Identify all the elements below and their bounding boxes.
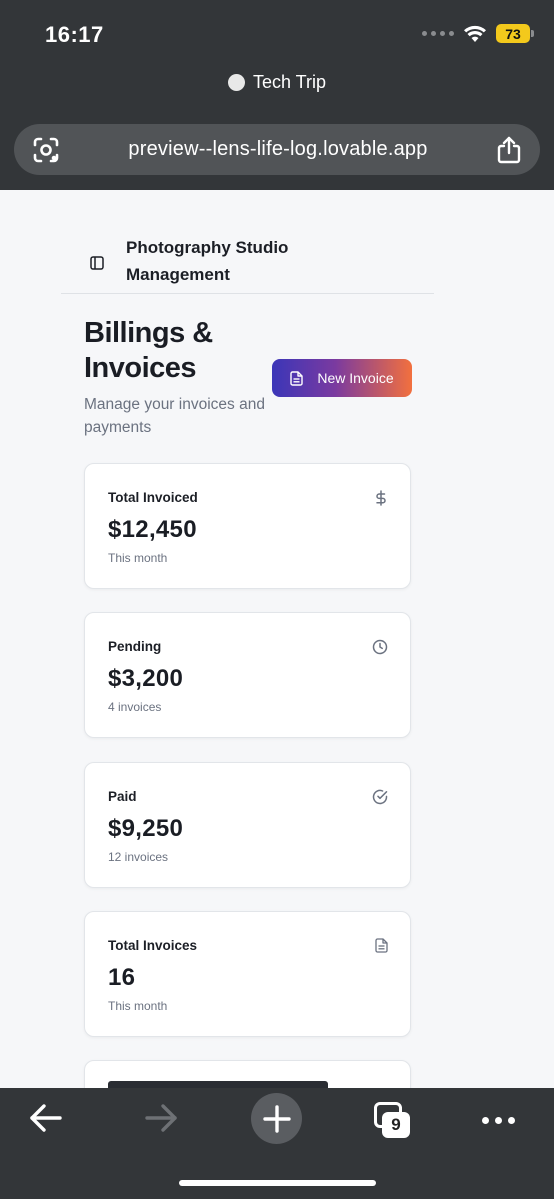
tabs-button[interactable]: 9 — [372, 1100, 414, 1140]
dollar-icon — [376, 490, 386, 506]
tab-title-text: Tech Trip — [252, 72, 327, 92]
favicon-icon — [227, 74, 245, 91]
card-label: Pending — [108, 639, 162, 654]
home-indicator — [179, 1180, 376, 1186]
card-value: 16 — [108, 964, 136, 991]
forward-arrow-icon[interactable] — [143, 1100, 179, 1136]
new-tab-button[interactable] — [251, 1093, 302, 1144]
address-bar[interactable]: preview--lens-life-log.lovable.app — [14, 124, 540, 175]
card-note: 12 invoices — [108, 850, 169, 864]
card-label: Total Invoices — [108, 938, 198, 953]
signal-dots-icon — [422, 31, 454, 36]
stat-card-total-invoiced: Total Invoiced $12,450 This month — [84, 463, 411, 589]
wifi-icon — [464, 25, 486, 42]
stat-card-paid: Paid $9,250 12 invoices — [84, 762, 411, 888]
status-icons: 73 — [422, 24, 534, 43]
stat-card-pending: Pending $3,200 4 invoices — [84, 612, 411, 738]
stat-card-total-invoices: Total Invoices 16 This month — [84, 911, 411, 1037]
back-arrow-icon[interactable] — [28, 1100, 64, 1136]
card-value: $9,250 — [108, 815, 184, 842]
status-time: 16:17 — [45, 22, 104, 47]
document-icon — [375, 938, 388, 953]
new-invoice-label: New Invoice — [317, 370, 394, 386]
battery-icon: 73 — [496, 24, 534, 43]
page-subtitle: Manage your invoices and payments — [84, 396, 265, 436]
check-circle-icon — [372, 789, 388, 805]
sidebar-toggle-icon[interactable] — [90, 256, 104, 270]
recent-invoices-card — [84, 1060, 411, 1088]
browser-top-bar: 16:17 73 Tech Trip preview--lens-life-lo… — [0, 0, 554, 190]
app-header: Photography Studio Management — [61, 234, 434, 294]
file-text-icon — [290, 370, 304, 386]
card-value: $12,450 — [108, 516, 197, 543]
card-label: Paid — [108, 789, 137, 804]
card-note: 4 invoices — [108, 700, 162, 714]
clock-icon — [372, 639, 388, 655]
url-text[interactable]: preview--lens-life-log.lovable.app — [128, 138, 427, 161]
share-icon[interactable] — [496, 136, 522, 164]
page-title: Billings & Invoices — [84, 317, 213, 384]
web-page: Photography Studio Management Billings &… — [0, 190, 554, 1088]
plus-icon — [262, 1104, 291, 1133]
tabs-count: 9 — [382, 1112, 410, 1138]
app-title: Photography Studio Management — [126, 238, 289, 284]
more-menu-icon[interactable] — [482, 1117, 515, 1124]
card-value: $3,200 — [108, 665, 184, 692]
card-label: Total Invoiced — [108, 490, 198, 505]
card-note: This month — [108, 999, 168, 1013]
new-invoice-button[interactable]: New Invoice — [272, 359, 412, 397]
lens-icon[interactable] — [32, 136, 60, 164]
card-note: This month — [108, 551, 168, 565]
cut-off-heading — [108, 1081, 328, 1088]
tab-title: Tech Trip — [0, 72, 554, 93]
